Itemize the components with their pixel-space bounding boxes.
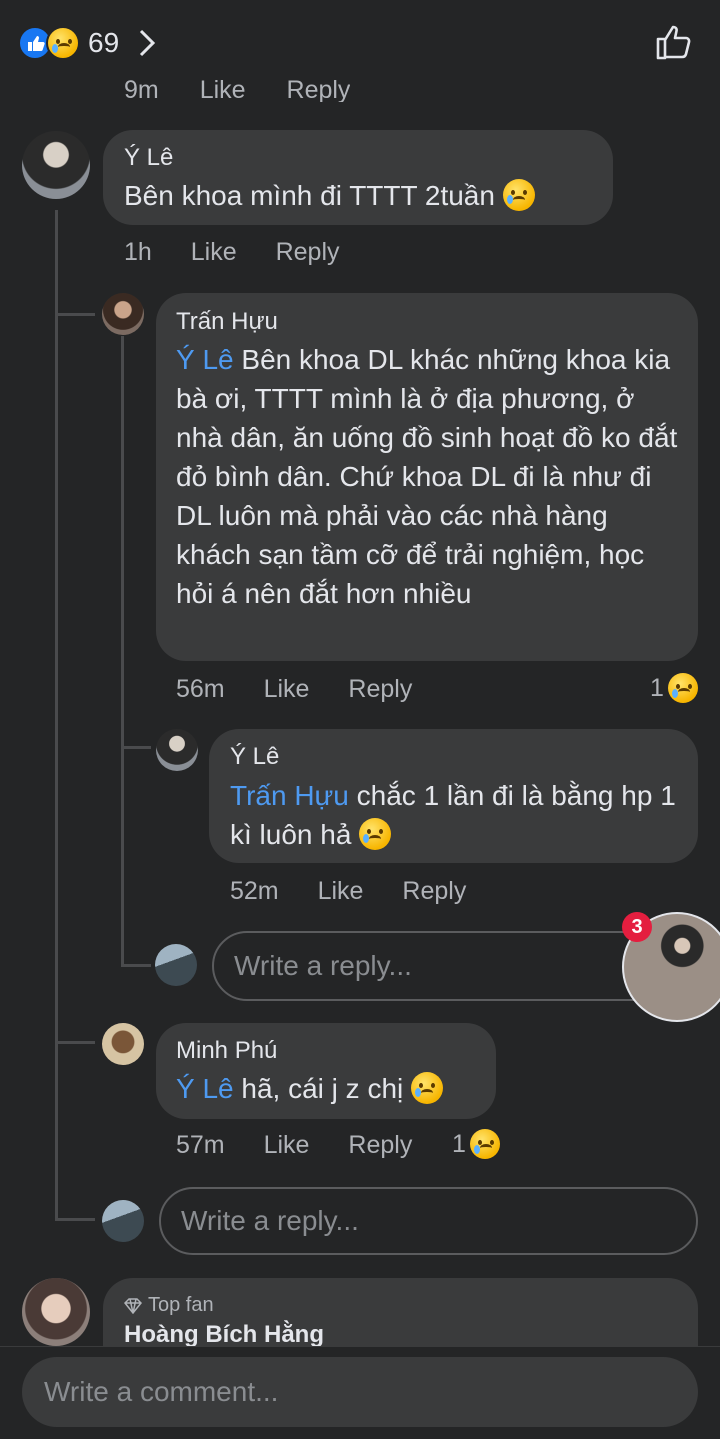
reply-input-placeholder: Write a reply... xyxy=(181,1205,359,1236)
reply-body: hã, cái j z chị xyxy=(233,1073,404,1104)
pleading-face-icon xyxy=(411,1072,444,1104)
reaction-badge[interactable]: 1 xyxy=(452,1129,500,1159)
reaction-count: 1 xyxy=(452,1129,466,1158)
reply-meta: 56m Like Reply xyxy=(176,675,412,704)
mention-link[interactable]: Ý Lê xyxy=(176,344,234,375)
sad-reaction-icon xyxy=(667,673,698,703)
reaction-badge[interactable]: 1 xyxy=(650,673,698,703)
reply-author[interactable]: Ý Lê xyxy=(230,743,279,771)
like-button[interactable]: Like xyxy=(264,1131,310,1159)
reply-button[interactable]: Reply xyxy=(348,1131,412,1159)
sad-reaction-icon xyxy=(469,1129,500,1159)
reply-button[interactable]: Reply xyxy=(287,76,351,102)
thread-line xyxy=(55,1041,95,1044)
avatar[interactable] xyxy=(22,131,90,199)
comment-input-placeholder: Write a comment... xyxy=(44,1376,279,1407)
time: 57m xyxy=(176,1131,225,1159)
avatar[interactable] xyxy=(102,293,144,335)
reply-text: Ý Lê Bên khoa DL khác những khoa kia bà … xyxy=(176,340,681,613)
thread-line xyxy=(55,1218,95,1221)
thread-line xyxy=(55,313,95,316)
time: 52m xyxy=(230,877,279,905)
thumbs-up-icon[interactable] xyxy=(654,22,694,62)
reply-text: Ý Lê hã, cái j z chị xyxy=(176,1069,444,1108)
reply-meta: 57m Like Reply xyxy=(176,1131,412,1160)
crying-face-icon xyxy=(359,818,392,850)
top-comment-meta: 9m Like Reply xyxy=(124,74,350,102)
reply-button[interactable]: Reply xyxy=(276,238,340,266)
like-button[interactable]: Like xyxy=(200,76,246,102)
thread-line xyxy=(55,210,58,1220)
reply-button[interactable]: Reply xyxy=(402,877,466,905)
reaction-summary[interactable]: 69 xyxy=(18,26,157,60)
reply-input[interactable]: Write a reply... xyxy=(159,1187,698,1255)
avatar xyxy=(155,944,197,986)
reaction-count: 69 xyxy=(88,27,120,58)
comment-text: Bên khoa mình đi TTTT 2tuần xyxy=(124,176,535,215)
reply-text: Trấn Hựu chắc 1 lần đi là bằng hp 1 kì l… xyxy=(230,776,680,854)
thread-line xyxy=(121,964,151,967)
avatar[interactable] xyxy=(102,1023,144,1065)
top-fan-badge: Top fan xyxy=(124,1294,214,1317)
time: 56m xyxy=(176,675,225,703)
comment-body: Bên khoa mình đi TTTT 2tuần xyxy=(124,180,495,211)
comment-author[interactable]: Hoàng Bích Hằng xyxy=(124,1321,324,1349)
crying-face-icon xyxy=(502,179,535,211)
diamond-icon xyxy=(124,1297,142,1314)
sad-reaction-icon xyxy=(46,26,80,60)
comment-author[interactable]: Ý Lê xyxy=(124,144,173,172)
chevron-right-icon[interactable] xyxy=(137,28,157,58)
avatar xyxy=(102,1200,144,1242)
thread-line xyxy=(121,746,151,749)
avatar[interactable] xyxy=(22,1278,90,1346)
like-button[interactable]: Like xyxy=(191,238,237,266)
avatar[interactable] xyxy=(156,729,198,771)
reply-input-placeholder: Write a reply... xyxy=(234,950,412,981)
comment-input[interactable]: Write a comment... xyxy=(22,1357,698,1427)
reply-author[interactable]: Minh Phú xyxy=(176,1037,277,1065)
reply-body: Bên khoa DL khác những khoa kia bà ơi, T… xyxy=(176,344,678,609)
time: 1h xyxy=(124,238,152,266)
thread-line xyxy=(121,336,124,966)
time: 9m xyxy=(124,76,159,102)
mention-link[interactable]: Ý Lê xyxy=(176,1073,234,1104)
chat-head-badge: 3 xyxy=(622,912,652,942)
like-button[interactable]: Like xyxy=(264,675,310,703)
top-fan-label: Top fan xyxy=(148,1294,214,1316)
comment-meta: 1h Like Reply xyxy=(124,238,340,267)
like-button[interactable]: Like xyxy=(318,877,364,905)
mention-link[interactable]: Trấn Hựu xyxy=(230,780,349,811)
reply-button[interactable]: Reply xyxy=(348,675,412,703)
reply-meta: 52m Like Reply xyxy=(230,877,466,906)
reply-author[interactable]: Trấn Hựu xyxy=(176,308,278,336)
reaction-count: 1 xyxy=(650,673,664,702)
